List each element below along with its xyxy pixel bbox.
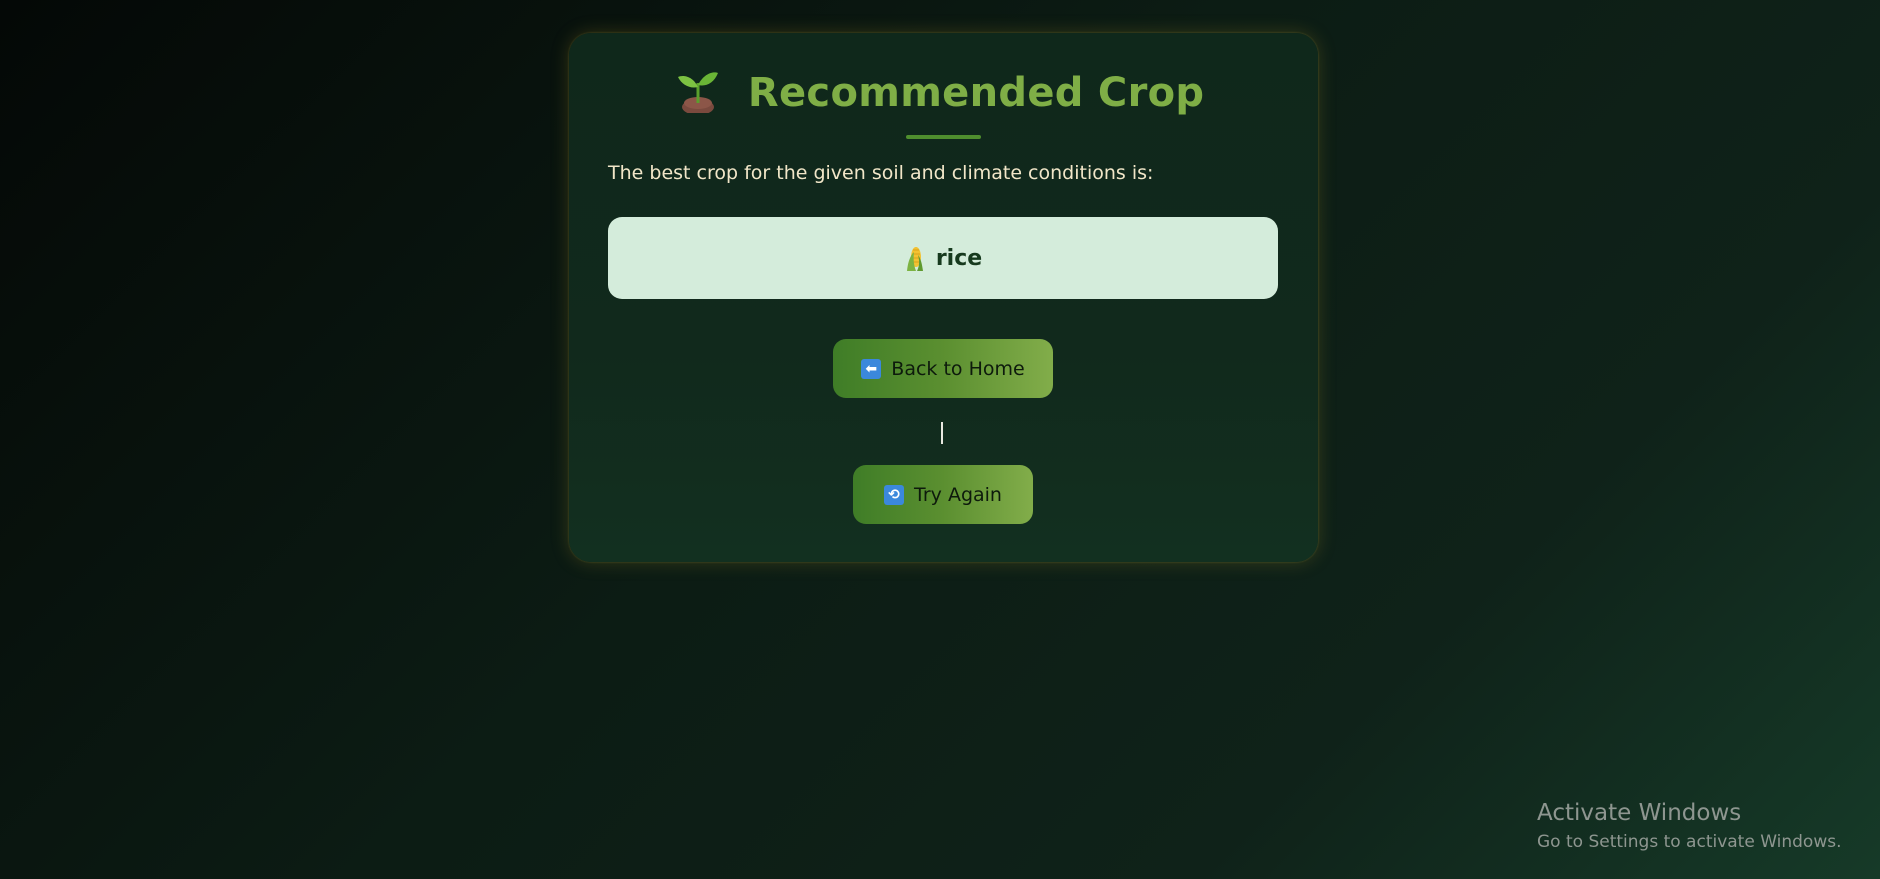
page-title: Recommended Crop: [0, 70, 1880, 116]
button-separator: [941, 422, 943, 444]
back-arrow-icon: ⬅: [861, 358, 882, 379]
activate-windows-watermark: Activate Windows Go to Settings to activ…: [1537, 798, 1842, 854]
corn-icon: [906, 247, 923, 271]
crop-name: rice: [935, 245, 983, 271]
result-box: rice: [608, 217, 1278, 299]
description-text: The best crop for the given soil and cli…: [608, 162, 1154, 184]
back-to-home-button[interactable]: ⬅ Back to Home: [833, 339, 1053, 398]
sprout-icon: [677, 72, 718, 113]
watermark-title: Activate Windows: [1537, 800, 1742, 826]
try-again-button[interactable]: ⟲ Try Again: [853, 465, 1033, 524]
back-to-home-label: Back to Home: [891, 357, 1025, 380]
page-title-text: Recommended Crop: [747, 70, 1205, 116]
repeat-icon: ⟲: [884, 484, 905, 505]
try-again-label: Try Again: [914, 483, 1002, 506]
watermark-subtitle: Go to Settings to activate Windows.: [1537, 832, 1842, 852]
title-underline: [906, 135, 981, 139]
